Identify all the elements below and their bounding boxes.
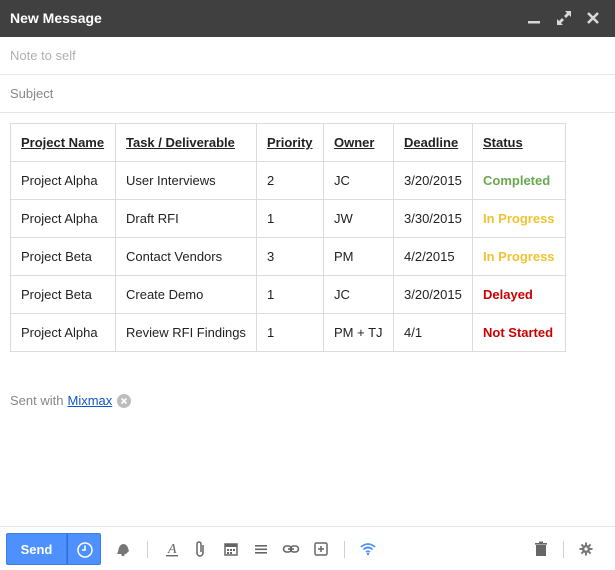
remove-signature-icon[interactable] — [117, 393, 132, 408]
cell-status: In Progress — [472, 237, 566, 276]
signature: Sent with Mixmax — [10, 393, 132, 408]
to-field-row — [0, 37, 615, 75]
svg-text:A: A — [167, 542, 177, 557]
cell-project: Project Alpha — [10, 161, 116, 200]
cell-task: Contact Vendors — [115, 237, 257, 276]
cell-owner: PM + TJ — [323, 313, 394, 352]
clock-icon — [77, 542, 93, 558]
cell-task: Review RFI Findings — [115, 313, 257, 352]
minimize-icon[interactable] — [524, 8, 544, 28]
cell-project: Project Beta — [10, 275, 116, 314]
mixmax-link[interactable]: Mixmax — [67, 393, 112, 408]
cell-status: Not Started — [472, 313, 566, 352]
cell-status: Delayed — [472, 275, 566, 314]
text-format-icon[interactable]: A — [162, 539, 182, 559]
compose-titlebar: New Message — [0, 0, 615, 37]
toolbar-divider — [563, 541, 564, 558]
cell-priority: 3 — [256, 237, 324, 276]
close-icon[interactable] — [583, 8, 603, 28]
cell-project: Project Alpha — [10, 313, 116, 352]
cell-owner: JW — [323, 199, 394, 238]
wifi-icon[interactable] — [358, 539, 378, 559]
link-icon[interactable] — [281, 539, 301, 559]
signature-prefix: Sent with — [10, 393, 64, 408]
compose-toolbar: Send A — [0, 526, 615, 570]
cell-task: Create Demo — [115, 275, 257, 314]
table-row: Project Beta Contact Vendors 3 PM 4/2/20… — [10, 237, 566, 276]
column-header-task: Task / Deliverable — [115, 123, 257, 162]
bell-icon[interactable] — [113, 539, 133, 559]
table-row: Project Alpha Draft RFI 1 JW 3/30/2015 I… — [10, 199, 566, 238]
to-input[interactable] — [10, 37, 605, 74]
cell-project: Project Alpha — [10, 199, 116, 238]
cell-task: Draft RFI — [115, 199, 257, 238]
send-later-button[interactable] — [67, 533, 101, 565]
cell-priority: 1 — [256, 313, 324, 352]
cell-deadline: 4/2/2015 — [393, 237, 473, 276]
column-header-project: Project Name — [10, 123, 116, 162]
cell-owner: JC — [323, 161, 394, 200]
column-header-owner: Owner — [323, 123, 394, 162]
cell-project: Project Beta — [10, 237, 116, 276]
cell-deadline: 3/20/2015 — [393, 275, 473, 314]
table-row: Project Alpha Review RFI Findings 1 PM +… — [10, 313, 566, 352]
cell-priority: 1 — [256, 275, 324, 314]
insert-icon[interactable] — [311, 539, 331, 559]
cell-priority: 2 — [256, 161, 324, 200]
calendar-icon[interactable] — [221, 539, 241, 559]
subject-input[interactable] — [10, 75, 605, 112]
table-row: Project Alpha User Interviews 2 JC 3/20/… — [10, 161, 566, 200]
cell-deadline: 3/30/2015 — [393, 199, 473, 238]
cell-priority: 1 — [256, 199, 324, 238]
cell-deadline: 3/20/2015 — [393, 161, 473, 200]
subject-field-row — [0, 75, 615, 113]
gear-icon[interactable] — [576, 539, 596, 559]
cell-status: In Progress — [472, 199, 566, 238]
attach-icon[interactable] — [191, 539, 211, 559]
column-header-priority: Priority — [256, 123, 324, 162]
toolbar-divider — [147, 541, 148, 558]
table-header-row: Project Name Task / Deliverable Priority… — [10, 123, 566, 162]
column-header-deadline: Deadline — [393, 123, 473, 162]
project-table: Project Name Task / Deliverable Priority… — [10, 123, 566, 352]
trash-icon[interactable] — [531, 539, 551, 559]
column-header-status: Status — [472, 123, 566, 162]
cell-owner: JC — [323, 275, 394, 314]
window-title: New Message — [10, 10, 102, 26]
send-button[interactable]: Send — [6, 533, 67, 565]
cell-task: User Interviews — [115, 161, 257, 200]
toolbar-divider — [344, 541, 345, 558]
cell-owner: PM — [323, 237, 394, 276]
align-icon[interactable] — [251, 539, 271, 559]
table-row: Project Beta Create Demo 1 JC 3/20/2015 … — [10, 275, 566, 314]
fullscreen-icon[interactable] — [554, 8, 574, 28]
cell-deadline: 4/1 — [393, 313, 473, 352]
cell-status: Completed — [472, 161, 566, 200]
